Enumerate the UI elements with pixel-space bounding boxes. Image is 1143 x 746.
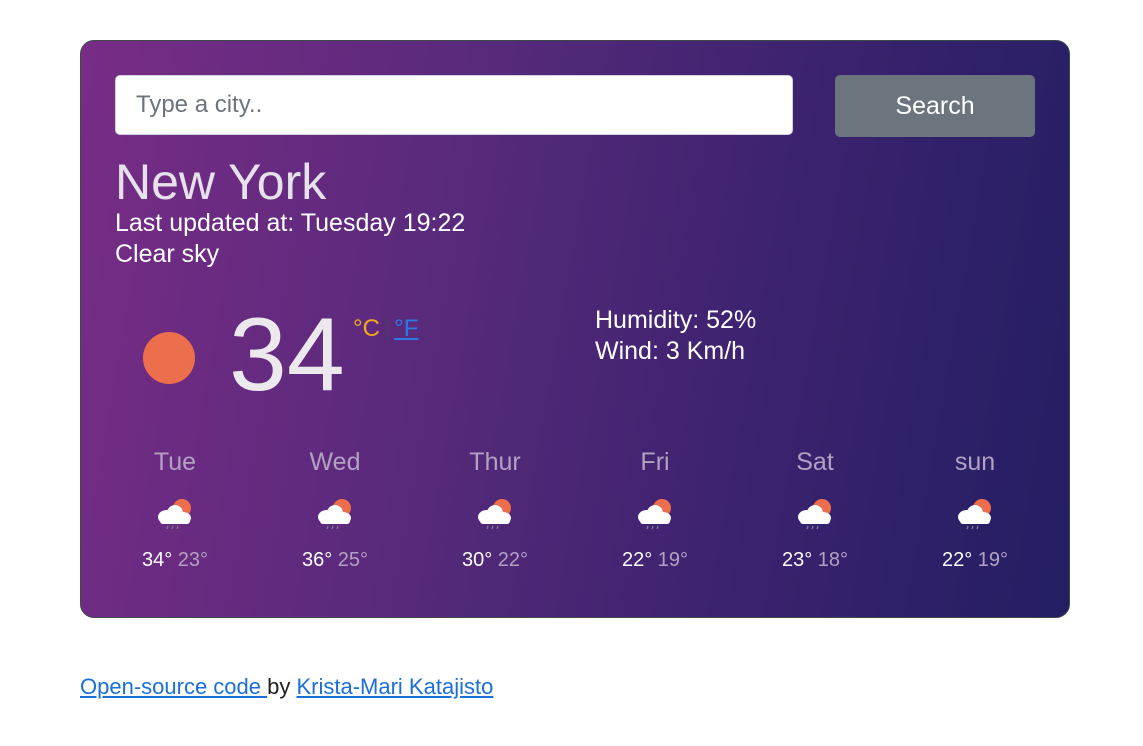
forecast-day-name: Wed bbox=[309, 448, 361, 476]
forecast-min: 25° bbox=[337, 549, 369, 571]
cloud-sun-rain-icon bbox=[798, 499, 831, 530]
city-name: New York bbox=[115, 154, 327, 210]
forecast-day: Wed 36° 25° bbox=[255, 447, 415, 572]
cloud-sun-rain-icon bbox=[958, 499, 991, 530]
forecast-min: 18° bbox=[817, 549, 849, 571]
forecast-day-name: Fri bbox=[640, 448, 670, 476]
weather-card: Search New York Last updated at: Tuesday… bbox=[80, 40, 1070, 618]
forecast-temps: 36° 25° bbox=[255, 549, 415, 572]
forecast-day: Fri 22° 19° bbox=[575, 447, 735, 572]
forecast-min: 22° bbox=[497, 549, 529, 571]
forecast-max: 22° bbox=[941, 549, 973, 571]
forecast-day-name: Thur bbox=[469, 448, 521, 476]
forecast-max: 23° bbox=[781, 549, 813, 571]
forecast: Tue 34° 23° Wed 36° 25° Thur 30° 22° Fri… bbox=[95, 447, 1055, 572]
forecast-day-name: Tue bbox=[153, 448, 197, 476]
open-source-code-link[interactable]: Open-source code bbox=[80, 674, 267, 699]
forecast-max: 22° bbox=[621, 549, 653, 571]
forecast-max: 34° bbox=[141, 549, 173, 571]
cloud-sun-rain-icon bbox=[478, 499, 511, 530]
cloud-sun-rain-icon bbox=[318, 499, 351, 530]
forecast-day: Thur 30° 22° bbox=[415, 447, 575, 572]
forecast-min: 23° bbox=[177, 549, 209, 571]
fahrenheit-link[interactable]: °F bbox=[394, 315, 418, 342]
footer-by-text: by bbox=[267, 674, 291, 699]
forecast-temps: 23° 18° bbox=[735, 549, 895, 572]
last-updated: Last updated at: Tuesday 19:22 bbox=[115, 209, 466, 237]
forecast-max: 30° bbox=[461, 549, 493, 571]
cloud-sun-rain-icon bbox=[638, 499, 671, 530]
wind: Wind: 3 Km/h bbox=[595, 337, 746, 365]
forecast-day: sun 22° 19° bbox=[895, 447, 1055, 572]
weather-description: Clear sky bbox=[115, 240, 220, 268]
unit-separator: | bbox=[383, 315, 391, 342]
footer: Open-source code by Krista-Mari Katajist… bbox=[80, 674, 493, 700]
unit-toggle: °C | °F bbox=[353, 315, 418, 343]
current-temperature: 34 bbox=[229, 297, 345, 413]
forecast-temps: 30° 22° bbox=[415, 549, 575, 572]
forecast-day-name: Sat bbox=[796, 448, 834, 476]
cloud-sun-rain-icon bbox=[158, 499, 191, 530]
forecast-day: Tue 34° 23° bbox=[95, 447, 255, 572]
forecast-min: 19° bbox=[657, 549, 689, 571]
search-button[interactable]: Search bbox=[835, 75, 1035, 137]
forecast-temps: 22° 19° bbox=[895, 549, 1055, 572]
sun-icon bbox=[143, 332, 195, 384]
humidity: Humidity: 52% bbox=[595, 306, 757, 334]
forecast-temps: 22° 19° bbox=[575, 549, 735, 572]
forecast-day-name: sun bbox=[954, 448, 996, 476]
weather-stats: Humidity: 52% Wind: 3 Km/h bbox=[595, 305, 756, 367]
forecast-day: Sat 23° 18° bbox=[735, 447, 895, 572]
city-search-input[interactable] bbox=[115, 75, 793, 135]
author-link[interactable]: Krista-Mari Katajisto bbox=[296, 674, 493, 699]
forecast-max: 36° bbox=[301, 549, 333, 571]
celsius-unit[interactable]: °C bbox=[353, 315, 380, 342]
forecast-temps: 34° 23° bbox=[95, 549, 255, 572]
forecast-min: 19° bbox=[977, 549, 1009, 571]
